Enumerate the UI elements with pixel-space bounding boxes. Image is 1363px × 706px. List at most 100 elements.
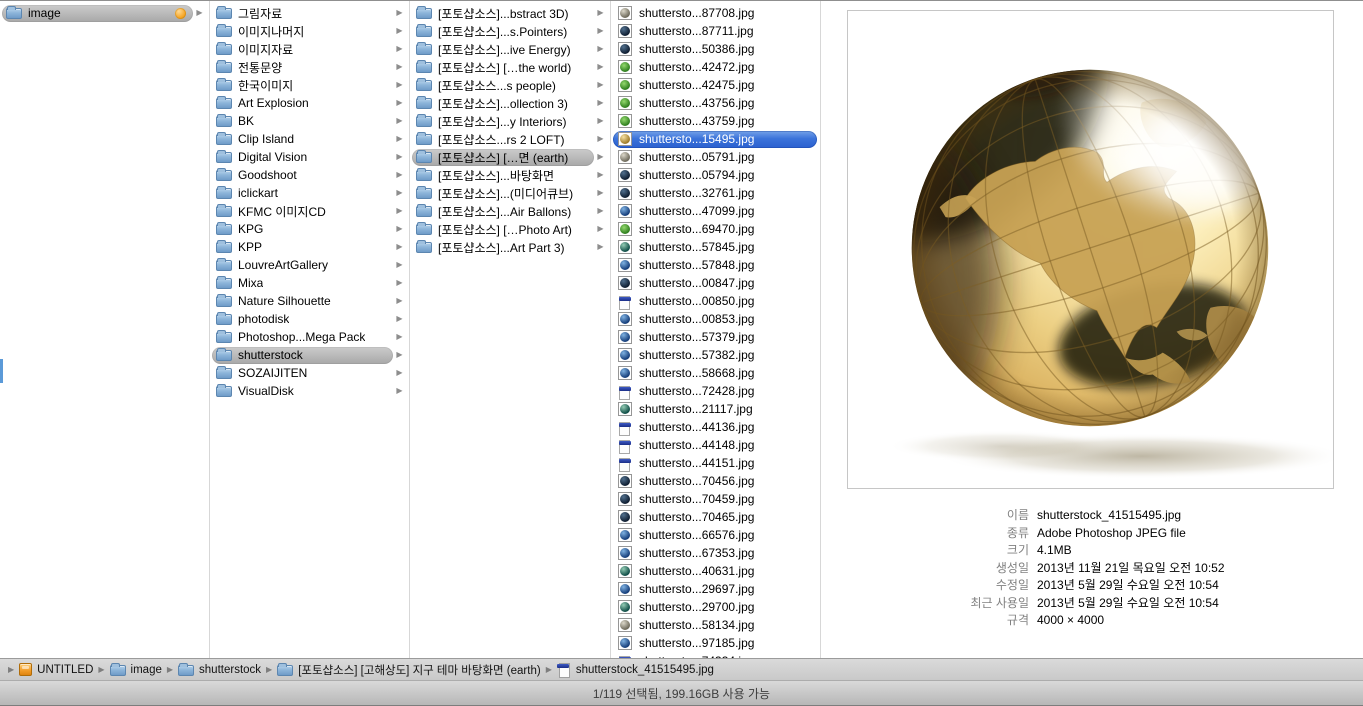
folder-row-capsule[interactable]: [포토샵소스]...(미디어큐브) <box>412 185 594 202</box>
folder-row-capsule[interactable]: KFMC 이미지CD <box>212 203 393 220</box>
folder-row-capsule[interactable]: Clip Island <box>212 131 393 148</box>
file-row[interactable]: shuttersto...00847.jpg <box>611 274 820 292</box>
folder-row[interactable]: [포토샵소스]...bstract 3D) ▶ <box>410 4 610 22</box>
folder-row[interactable]: 한국이미지 ▶ <box>210 76 409 94</box>
folder-row[interactable]: [포토샵소스]...y Interiors) ▶ <box>410 112 610 130</box>
file-row-capsule[interactable]: shuttersto...57845.jpg <box>613 239 817 256</box>
path-bar-item[interactable]: ▶ shutterstock <box>167 664 261 676</box>
folder-row[interactable]: [포토샵소스]...(미디어큐브) ▶ <box>410 184 610 202</box>
folder-row-capsule[interactable]: KPP <box>212 239 393 256</box>
file-row[interactable]: shuttersto...42472.jpg <box>611 58 820 76</box>
file-row-capsule[interactable]: shuttersto...15495.jpg <box>613 131 817 148</box>
folder-row-capsule[interactable]: iclickart <box>212 185 393 202</box>
file-row-capsule[interactable]: shuttersto...57382.jpg <box>613 347 817 364</box>
file-row-capsule[interactable]: shuttersto...58668.jpg <box>613 365 817 382</box>
file-row[interactable]: shuttersto...70459.jpg <box>611 490 820 508</box>
folder-row[interactable]: [포토샵소스] […the world) ▶ <box>410 58 610 76</box>
folder-row[interactable]: KPP ▶ <box>210 238 409 256</box>
folder-row-capsule[interactable]: [포토샵소스...s people) <box>412 77 594 94</box>
folder-row-capsule[interactable]: [포토샵소스]...s.Pointers) <box>412 23 594 40</box>
file-row-capsule[interactable]: shuttersto...42472.jpg <box>613 59 817 76</box>
file-row-capsule[interactable]: shuttersto...05791.jpg <box>613 149 817 166</box>
folder-row-image[interactable]: image ▶ <box>0 4 209 22</box>
folder-row-capsule[interactable]: [포토샵소스]...y Interiors) <box>412 113 594 130</box>
folder-row-capsule[interactable]: shutterstock <box>212 347 393 364</box>
file-row-capsule[interactable]: shuttersto...29700.jpg <box>613 599 817 616</box>
file-row-capsule[interactable]: shuttersto...57848.jpg <box>613 257 817 274</box>
file-row[interactable]: shuttersto...29700.jpg <box>611 598 820 616</box>
file-row-capsule[interactable]: shuttersto...00850.jpg <box>613 293 817 310</box>
folder-row-capsule[interactable]: [포토샵소스]...Art Part 3) <box>412 239 594 256</box>
folder-row[interactable]: 전통문양 ▶ <box>210 58 409 76</box>
file-row[interactable]: shuttersto...70456.jpg <box>611 472 820 490</box>
folder-row[interactable]: SOZAIJITEN ▶ <box>210 364 409 382</box>
file-row[interactable]: shuttersto...58668.jpg <box>611 364 820 382</box>
folder-row[interactable]: VisualDisk ▶ <box>210 382 409 400</box>
folder-row[interactable]: photodisk ▶ <box>210 310 409 328</box>
folder-row[interactable]: 이미지나머지 ▶ <box>210 22 409 40</box>
folder-row[interactable]: [포토샵소스] […Photo Art) ▶ <box>410 220 610 238</box>
file-row[interactable]: shuttersto...57848.jpg <box>611 256 820 274</box>
folder-row-capsule[interactable]: 한국이미지 <box>212 77 393 94</box>
folder-row-capsule[interactable]: [포토샵소스]...바탕화면 <box>412 167 594 184</box>
file-row[interactable]: shuttersto...97185.jpg <box>611 634 820 652</box>
file-row-capsule[interactable]: shuttersto...87708.jpg <box>613 5 817 22</box>
file-row-capsule[interactable]: shuttersto...29697.jpg <box>613 581 817 598</box>
folder-row-capsule[interactable]: Art Explosion <box>212 95 393 112</box>
file-row-capsule[interactable]: shuttersto...97185.jpg <box>613 635 817 652</box>
file-row[interactable]: shuttersto...72428.jpg <box>611 382 820 400</box>
folder-row-capsule[interactable]: 전통문양 <box>212 59 393 76</box>
file-row[interactable]: shuttersto...05794.jpg <box>611 166 820 184</box>
folder-row[interactable]: Art Explosion ▶ <box>210 94 409 112</box>
file-row-capsule[interactable]: shuttersto...00853.jpg <box>613 311 817 328</box>
folder-row-capsule[interactable]: 그림자료 <box>212 5 393 22</box>
file-row[interactable]: shuttersto...15495.jpg <box>611 130 820 148</box>
file-row-capsule[interactable]: shuttersto...57379.jpg <box>613 329 817 346</box>
folder-row-capsule[interactable]: [포토샵소스] […the world) <box>412 59 594 76</box>
file-row[interactable]: shuttersto...57379.jpg <box>611 328 820 346</box>
folder-row[interactable]: Digital Vision ▶ <box>210 148 409 166</box>
file-row-capsule[interactable]: shuttersto...67353.jpg <box>613 545 817 562</box>
path-bar-item[interactable]: ▶ image <box>98 664 161 676</box>
file-row-capsule[interactable]: shuttersto...05794.jpg <box>613 167 817 184</box>
folder-row[interactable]: [포토샵소스]...s.Pointers) ▶ <box>410 22 610 40</box>
file-row[interactable]: shuttersto...87711.jpg <box>611 22 820 40</box>
folder-row-capsule[interactable]: [포토샵소스]...ive Energy) <box>412 41 594 58</box>
folder-row-capsule[interactable]: photodisk <box>212 311 393 328</box>
file-row-capsule[interactable]: shuttersto...21117.jpg <box>613 401 817 418</box>
folder-row[interactable]: Goodshoot ▶ <box>210 166 409 184</box>
path-bar-item[interactable]: ▶ [포토샵소스] [고해상도] 지구 테마 바탕화면 (earth) <box>266 662 541 678</box>
file-row[interactable]: shuttersto...00850.jpg <box>611 292 820 310</box>
folder-row[interactable]: [포토샵소스...rs 2 LOFT) ▶ <box>410 130 610 148</box>
file-row[interactable]: shuttersto...67353.jpg <box>611 544 820 562</box>
file-row[interactable]: shuttersto...44151.jpg <box>611 454 820 472</box>
folder-row[interactable]: Photoshop...Mega Pack ▶ <box>210 328 409 346</box>
file-row-capsule[interactable]: shuttersto...70459.jpg <box>613 491 817 508</box>
path-bar-item[interactable]: ▶ UNTITLED <box>8 663 93 676</box>
file-row-capsule[interactable]: shuttersto...69470.jpg <box>613 221 817 238</box>
folder-row-capsule[interactable]: 이미지나머지 <box>212 23 393 40</box>
folder-row-capsule[interactable]: [포토샵소스]...bstract 3D) <box>412 5 594 22</box>
folder-row-capsule[interactable]: SOZAIJITEN <box>212 365 393 382</box>
folder-row-capsule[interactable]: [포토샵소스]...ollection 3) <box>412 95 594 112</box>
folder-row-capsule[interactable]: Nature Silhouette <box>212 293 393 310</box>
file-row-capsule[interactable]: shuttersto...87711.jpg <box>613 23 817 40</box>
file-row-capsule[interactable]: shuttersto...43756.jpg <box>613 95 817 112</box>
folder-row[interactable]: [포토샵소스] […면 (earth) ▶ <box>410 148 610 166</box>
folder-row-capsule[interactable]: VisualDisk <box>212 383 393 400</box>
folder-row-capsule[interactable]: LouvreArtGallery <box>212 257 393 274</box>
folder-row-capsule[interactable]: Goodshoot <box>212 167 393 184</box>
folder-row-capsule[interactable]: 이미지자료 <box>212 41 393 58</box>
file-row-capsule[interactable]: shuttersto...47099.jpg <box>613 203 817 220</box>
folder-row-capsule[interactable]: [포토샵소스]...Air Ballons) <box>412 203 594 220</box>
file-row[interactable]: shuttersto...42475.jpg <box>611 76 820 94</box>
folder-row[interactable]: KPG ▶ <box>210 220 409 238</box>
file-row[interactable]: shuttersto...74334.jpg <box>611 652 820 658</box>
file-row-capsule[interactable]: shuttersto...00847.jpg <box>613 275 817 292</box>
folder-row[interactable]: iclickart ▶ <box>210 184 409 202</box>
folder-row-capsule[interactable]: Photoshop...Mega Pack <box>212 329 393 346</box>
folder-row-capsule[interactable]: [포토샵소스] […Photo Art) <box>412 221 594 238</box>
file-row-capsule[interactable]: shuttersto...70465.jpg <box>613 509 817 526</box>
file-row[interactable]: shuttersto...66576.jpg <box>611 526 820 544</box>
file-row[interactable]: shuttersto...44136.jpg <box>611 418 820 436</box>
